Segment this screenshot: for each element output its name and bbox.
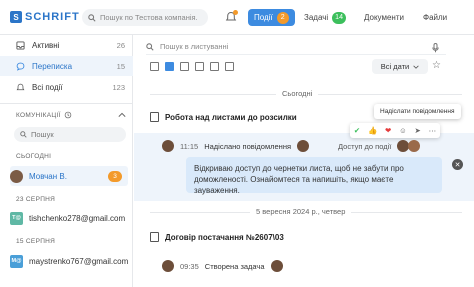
task-title[interactable]: Робота над листами до розсилки (150, 112, 297, 122)
sidebar-item-all-events[interactable]: Всі події 123 (0, 77, 133, 97)
event-time: 11:15 (180, 141, 199, 151)
sidebar-item-label: Активні (32, 40, 60, 50)
day-label-today: Сьогодні (276, 89, 319, 98)
check-reaction-icon[interactable]: ✔ (354, 126, 360, 135)
notification-dot (233, 10, 238, 15)
sidebar-item-count: 15 (116, 61, 125, 71)
sidebar-item-count: 123 (112, 82, 125, 92)
avatar (162, 140, 174, 152)
search-icon (20, 131, 27, 138)
task-title[interactable]: Договір постачання №2607\03 (150, 232, 284, 242)
search-icon (88, 13, 96, 22)
microphone-icon[interactable] (432, 43, 439, 53)
sidebar-item-active[interactable]: Активні 26 (0, 35, 133, 55)
avatar (10, 169, 23, 183)
section-today: СЬОГОДНІ (16, 153, 52, 160)
conversation-search-input[interactable]: Пошук в листуванні (146, 39, 446, 55)
event-text: Надіслано повідомлення (204, 141, 292, 151)
task-icon[interactable] (165, 62, 174, 71)
tab-files[interactable]: Файли (417, 9, 453, 26)
tab-tasks-label: Задачі (304, 13, 329, 22)
star-icon[interactable]: ☆ (432, 60, 441, 71)
communications-title: КОМУНІКАЦІЇ (16, 112, 61, 119)
task-icon (150, 232, 159, 242)
global-search-input[interactable]: Пошук по Тестова компанія. (82, 9, 208, 26)
chat-bubble-icon (16, 62, 25, 71)
chat-icon[interactable] (210, 62, 219, 71)
conversation-panel: Пошук в листуванні Всі дати ☆ Сьогодні Н… (134, 35, 474, 287)
task-icon (150, 112, 159, 122)
tab-documents[interactable]: Документи (358, 9, 410, 26)
contact-item[interactable]: T@ tishchenko278@gmail.com (10, 208, 128, 228)
sidebar-item-label: Всі події (32, 82, 63, 92)
event-text: Створена задача (204, 261, 265, 271)
avatar (408, 140, 421, 152)
sidebar-item-correspondence[interactable]: Переписка 15 (0, 56, 133, 76)
tab-tasks[interactable]: Задачі 14 (298, 9, 352, 26)
app-logo[interactable]: S SCHRIFT (10, 11, 80, 23)
top-bar: S SCHRIFT Пошук по Тестова компанія. Под… (0, 0, 474, 35)
inbox-icon (16, 40, 25, 50)
task-title-text: Робота над листами до розсилки (165, 112, 297, 122)
mail-icon[interactable] (225, 62, 234, 71)
avatar (270, 260, 283, 272)
tab-events-count: 2 (276, 11, 289, 24)
logo-text: SCHRIFT (25, 11, 80, 23)
tab-events-label: Події (254, 13, 273, 22)
filter-toolbar (150, 62, 234, 71)
send-message-tooltip: Надіслати повідомлення (374, 104, 461, 119)
sidebar-divider (0, 103, 133, 104)
tab-files-label: Файли (423, 13, 448, 22)
contact-name: tishchenko278@gmail.com (29, 213, 126, 223)
history-icon[interactable] (64, 111, 72, 119)
contacts-search-input[interactable]: Пошук (14, 127, 126, 142)
contact-item[interactable]: Мовчан В. 3 (10, 166, 128, 186)
unread-badge: 3 (108, 170, 122, 182)
avatar: T@ (10, 211, 23, 225)
send-icon[interactable]: ➤ (415, 126, 421, 135)
tab-events[interactable]: Події 2 (248, 9, 295, 26)
chevron-up-icon[interactable] (118, 112, 126, 118)
event-line: 11:15 Надіслано повідомлення (162, 140, 310, 152)
task-title-text: Договір постачання №2607\03 (165, 232, 284, 242)
event-line: 09:35 Створена задача (162, 260, 283, 272)
chevron-down-icon (413, 65, 419, 69)
date-filter-value: Всі дати (380, 62, 410, 71)
section-date: 15 СЕРПНЯ (16, 238, 56, 245)
contact-item[interactable]: M@ maystrenko767@gmail.com (10, 251, 128, 271)
notifications-icon[interactable] (225, 10, 238, 23)
heart-reaction-icon[interactable]: ❤ (385, 126, 391, 135)
global-search-placeholder: Пошук по Тестова компанія. (100, 13, 198, 22)
more-icon[interactable]: ⋯ (429, 126, 437, 135)
sidebar-item-label: Переписка (32, 61, 73, 71)
tab-tasks-count: 14 (332, 11, 346, 24)
conversation-search-placeholder: Пошук в листуванні (160, 42, 229, 51)
logo-mark: S (10, 11, 22, 23)
day-label-date: 5 вересня 2024 р., четвер (250, 207, 352, 216)
calendar-icon[interactable] (150, 62, 159, 71)
document-icon[interactable] (180, 62, 189, 71)
reaction-bar: ✔ 👍 ❤ ☺ ➤ ⋯ (350, 123, 440, 138)
sidebar-item-count: 26 (116, 40, 125, 50)
thumbs-up-reaction-icon[interactable]: 👍 (368, 126, 377, 135)
folder-icon[interactable] (195, 62, 204, 71)
emoji-icon[interactable]: ☺ (399, 126, 407, 135)
message-bubble[interactable]: Відкриваю доступ до чернетки листа, щоб … (186, 157, 442, 195)
event-time: 09:35 (180, 261, 199, 271)
access-line: Доступ до події (338, 140, 421, 152)
section-date: 23 СЕРПНЯ (16, 196, 56, 203)
access-text[interactable]: Доступ до події (338, 142, 391, 151)
avatar: M@ (10, 254, 23, 268)
bell-icon (16, 83, 25, 90)
contact-name: Мовчан В. (29, 171, 67, 181)
contacts-search-placeholder: Пошук (31, 130, 54, 139)
sidebar: Активні 26 Переписка 15 Всі події 123 КО… (0, 35, 133, 287)
avatar (297, 140, 310, 152)
date-filter-select[interactable]: Всі дати (372, 59, 428, 74)
close-icon[interactable]: ✕ (452, 159, 463, 170)
tab-documents-label: Документи (364, 13, 404, 22)
avatar (162, 260, 174, 272)
contact-name: maystrenko767@gmail.com (29, 256, 129, 266)
search-icon (146, 42, 154, 51)
